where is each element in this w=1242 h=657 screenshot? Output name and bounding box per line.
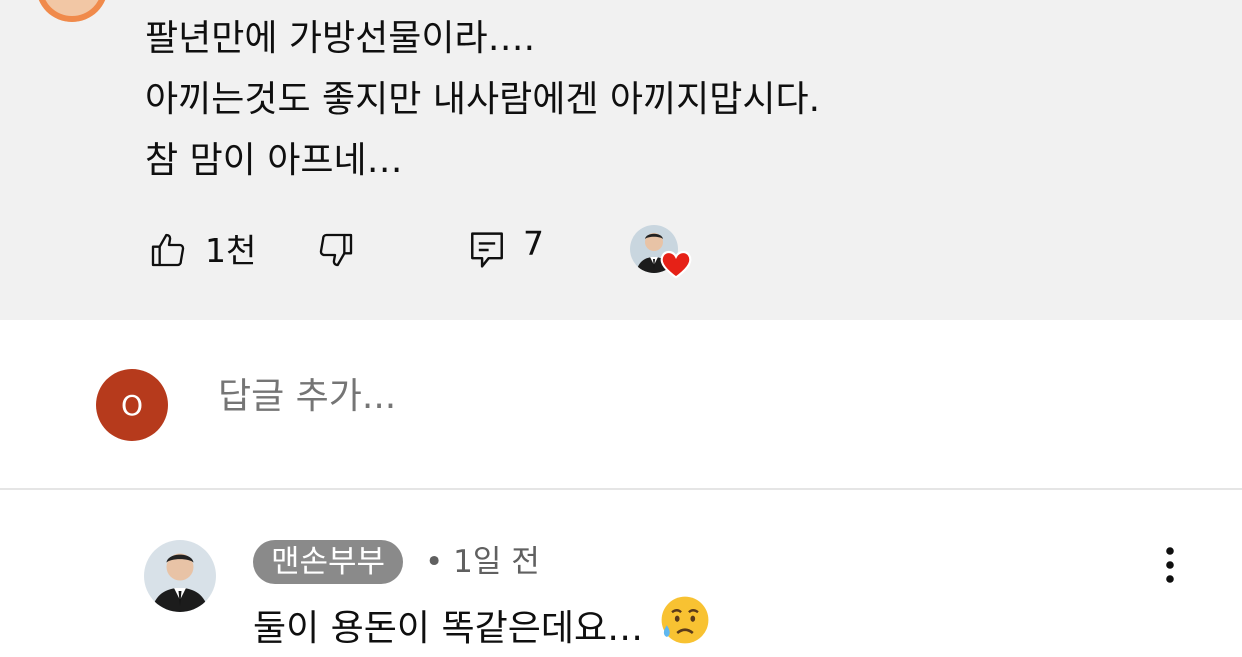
reply-author-name[interactable]: 맨손부부 — [253, 540, 404, 584]
comment-line: 참 맘이 아프네… — [145, 140, 403, 181]
reply-item: 맨손부부 • 1일 전 둘이 용돈이 똑같은데요… — [0, 490, 1242, 657]
reply-input[interactable] — [216, 375, 1020, 418]
like-count: 1천 — [205, 231, 257, 270]
reply-meta: • 1일 전 — [425, 540, 540, 584]
comment-line: 팔년만에 가방선물이라…. — [145, 18, 536, 59]
current-user-avatar[interactable]: O — [96, 369, 168, 441]
comment-actions: 1천 7 — [0, 220, 1242, 279]
heart-icon — [660, 250, 692, 279]
thumbs-down-icon — [319, 233, 353, 267]
reply-author-avatar[interactable] — [144, 540, 216, 612]
like-button[interactable] — [148, 230, 188, 274]
comment-icon — [471, 232, 503, 268]
sad-but-relieved-face-icon — [661, 596, 708, 644]
comment-text: 팔년만에 가방선물이라…. 아끼는것도 좋지만 내사람에겐 아끼지맙시다. 참 … — [145, 8, 820, 191]
reply-count: 7 — [523, 224, 544, 263]
more-vert-icon — [1166, 547, 1174, 583]
reply-body: 둘이 용돈이 똑같은데요… — [253, 608, 644, 649]
comment-line: 아끼는것도 좋지만 내사람에겐 아끼지맙시다. — [145, 79, 821, 120]
thumbs-up-icon — [151, 233, 185, 267]
dislike-button[interactable] — [316, 230, 356, 274]
meta-separator: • — [425, 544, 444, 580]
reply-text: 둘이 용돈이 똑같은데요… — [253, 594, 711, 654]
commenter-avatar[interactable] — [36, 0, 108, 22]
reply-button[interactable] — [469, 230, 505, 274]
reply-timestamp: 1일 전 — [453, 544, 540, 580]
more-options-button[interactable] — [1156, 543, 1184, 587]
creator-heart-badge — [630, 225, 692, 285]
comment-card: 팔년만에 가방선물이라…. 아끼는것도 좋지만 내사람에겐 아끼지맙시다. 참 … — [0, 0, 1242, 320]
add-reply-row: O — [0, 320, 1242, 488]
